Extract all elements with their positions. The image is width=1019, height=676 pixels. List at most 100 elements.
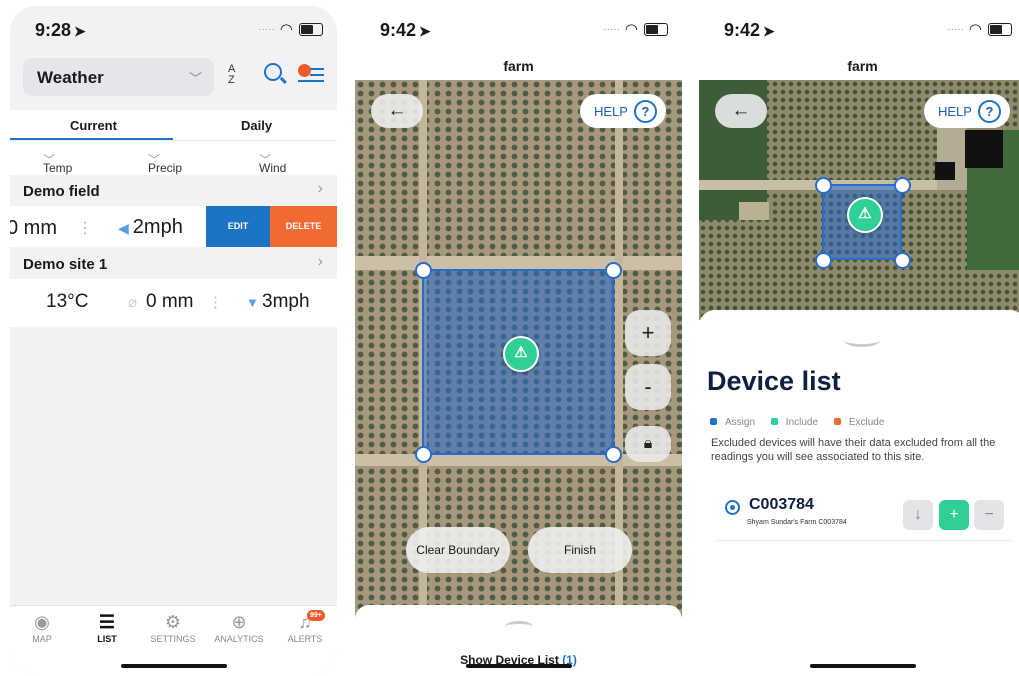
zoom-in-button[interactable]: + (625, 310, 671, 356)
battery-icon (988, 22, 1012, 36)
status-bar: 9:42 ➤ ····· ◠ (699, 6, 1019, 48)
vertex-handle[interactable] (894, 177, 911, 194)
vertex-handle[interactable] (415, 262, 432, 279)
location-arrow-icon: ➤ (763, 23, 775, 39)
tab-map[interactable]: ◉ MAP (12, 612, 72, 644)
chevron-down-icon[interactable] (844, 334, 880, 347)
list-item[interactable]: C003784 Shyam Sundar's Farm C003784 ↓ + … (715, 492, 1013, 541)
vertex-handle[interactable] (605, 446, 622, 463)
legend-swatch (770, 418, 778, 425)
home-indicator (809, 664, 916, 668)
legend-swatch (833, 418, 841, 425)
vertex-handle[interactable] (605, 262, 622, 279)
signal-icon: ····· (258, 23, 275, 35)
column-precip[interactable]: Precip ﹀ (148, 151, 182, 175)
table-row[interactable]: 0 mm ⋮ ◀ 2mph EDIT DELETE (10, 206, 337, 247)
tab-analytics[interactable]: ⊕ ANALYTICS (209, 612, 269, 644)
search-icon[interactable] (264, 63, 282, 81)
status-bar: 9:28 ➤ ····· ◠ (10, 6, 337, 48)
precip-value: 0 mm (146, 291, 194, 312)
more-icon: ⋮ (208, 294, 223, 311)
satellite-map[interactable]: ⚠ ← HELP ? (699, 80, 1019, 320)
column-temp[interactable]: Temp ﹀ (43, 151, 72, 175)
wifi-icon: ◠ (968, 21, 983, 38)
section-demo-site[interactable]: Demo site 1 › (10, 249, 337, 279)
column-wind-label: Wind (259, 161, 287, 175)
back-arrow-icon[interactable]: ← (715, 94, 767, 128)
edit-button[interactable]: EDIT (206, 206, 270, 247)
help-button[interactable]: HELP ? (924, 94, 1010, 128)
site-marker-icon[interactable]: ⚠ (503, 336, 539, 372)
tab-settings[interactable]: ⚙ SETTINGS (143, 612, 203, 644)
tab-daily[interactable]: Daily (241, 118, 272, 133)
status-time: 9:28 (35, 20, 72, 40)
sort-icon[interactable]: AZ (228, 64, 235, 86)
tab-label: ANALYTICS (214, 634, 264, 644)
chevron-down-icon: ﹀ (188, 71, 202, 86)
delete-button[interactable]: DELETE (270, 206, 337, 247)
tab-alerts[interactable]: ♫ ALERTS 99+ (275, 610, 335, 644)
tab-current[interactable]: Current (70, 118, 117, 133)
map-structure (935, 162, 955, 180)
map-pin-icon: ◉ (34, 612, 50, 632)
more-icon: ⋮ (77, 220, 93, 237)
tab-label: LIST (97, 634, 117, 644)
tab-list[interactable]: ☰ LIST (77, 612, 137, 644)
exclude-minus-icon[interactable]: − (974, 500, 1004, 530)
help-button[interactable]: HELP ? (580, 94, 666, 128)
vertex-handle[interactable] (815, 177, 832, 194)
chevron-right-icon: › (317, 180, 323, 197)
device-subtitle: Shyam Sundar's Farm C003784 (747, 519, 847, 526)
list-icon: ☰ (98, 612, 116, 632)
legend-label: Include (785, 417, 819, 428)
no-rain-icon: ⌀ (128, 294, 138, 311)
home-indicator (120, 664, 227, 668)
exclusion-note: Excluded devices will have their data ex… (711, 437, 996, 463)
layer-dropdown[interactable]: Weather ﹀ (23, 58, 214, 96)
finish-button[interactable]: Finish (528, 527, 632, 573)
assign-arrow-icon[interactable]: ↓ (903, 500, 933, 530)
column-temp-label: Temp (43, 161, 73, 175)
zoom-out-button[interactable]: - (625, 364, 671, 410)
legend-label: Exclude (848, 417, 885, 428)
question-icon: ? (634, 100, 657, 123)
page-title: farm (847, 58, 878, 74)
wind-direction-icon: ◀ (118, 220, 129, 236)
clear-boundary-button[interactable]: Clear Boundary (406, 527, 510, 573)
map-structure (965, 130, 1003, 168)
temp-value: 13°C (46, 291, 89, 312)
phone-device-list-screen: 9:42 ➤ ····· ◠ farm ⚠ ← HELP ? Device list… (699, 6, 1019, 674)
crosshair-icon: ⊕ (231, 612, 247, 632)
signal-icon: ····· (603, 23, 620, 35)
site-marker-icon[interactable]: ⚠ (847, 197, 883, 233)
satellite-map[interactable]: ⚠ ← HELP ? + - 🔒︎ (355, 80, 682, 620)
legend-exclude: Exclude (831, 417, 885, 428)
sheet-title: Device list (707, 366, 841, 396)
dropdown-value: Weather (37, 68, 104, 87)
signal-icon: ····· (947, 23, 964, 35)
section-title: Demo site 1 (23, 256, 108, 273)
table-row[interactable]: 13°C ⌀ 0 mm ⋮ ▼ 3mph (10, 279, 337, 327)
column-wind[interactable]: Wind ﹀ (259, 151, 286, 175)
battery-icon (299, 22, 323, 36)
filter-icon[interactable] (298, 64, 324, 86)
lock-icon[interactable]: 🔒︎ (625, 426, 671, 462)
section-title: Demo field (23, 183, 100, 200)
vertex-handle[interactable] (415, 446, 432, 463)
chevron-up-icon (505, 621, 533, 632)
vertex-handle[interactable] (894, 252, 911, 269)
tab-label: ALERTS (287, 634, 323, 644)
status-time: 9:42 (724, 20, 761, 40)
section-demo-field[interactable]: Demo field › (10, 176, 337, 206)
include-plus-icon[interactable]: + (939, 500, 969, 530)
wind-value: 3mph (262, 291, 310, 312)
tab-label: MAP (32, 634, 52, 644)
map-field (739, 202, 769, 220)
map-road (355, 256, 682, 270)
location-arrow-icon: ➤ (419, 23, 431, 39)
wifi-icon: ◠ (279, 21, 294, 38)
page-title: farm (503, 58, 534, 74)
column-precip-label: Precip (148, 161, 183, 175)
back-arrow-icon[interactable]: ← (371, 94, 423, 128)
vertex-handle[interactable] (815, 252, 832, 269)
